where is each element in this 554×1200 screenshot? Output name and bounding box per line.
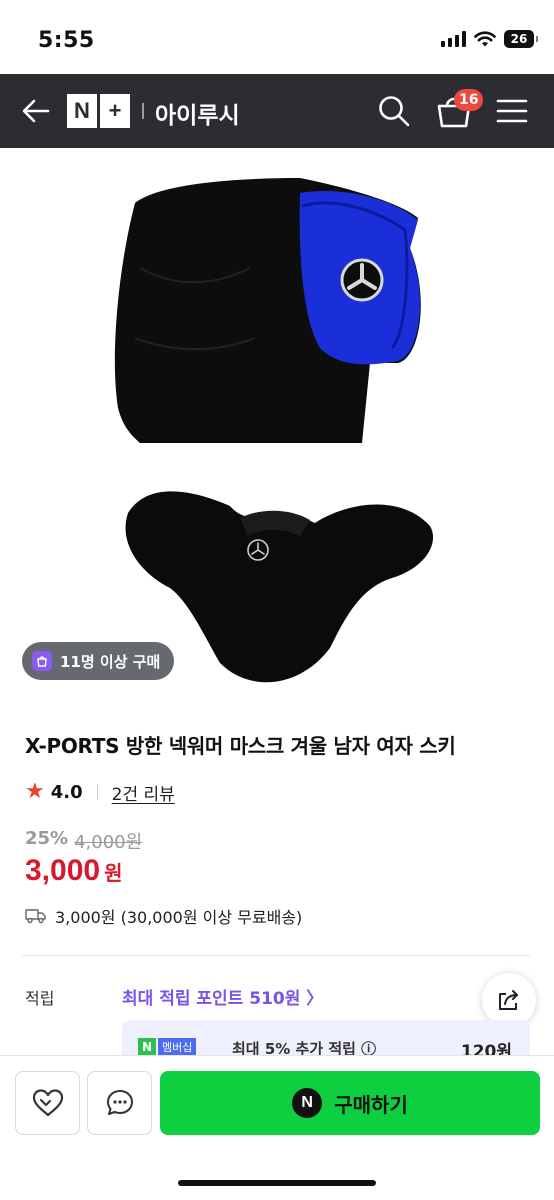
logo-n: N xyxy=(67,94,97,128)
rating-row: ★ 4.0 2건 리뷰 xyxy=(25,779,175,805)
rating-divider xyxy=(96,784,98,800)
naver-plus-logo[interactable]: N + xyxy=(67,94,131,128)
bag-icon xyxy=(32,651,52,671)
sale-price: 3,000 xyxy=(25,854,101,887)
share-button[interactable] xyxy=(482,973,536,1027)
shipping-text: 3,000원 (30,000원 이상 무료배송) xyxy=(55,908,303,927)
product-image[interactable] xyxy=(0,148,554,704)
naver-pay-icon: N xyxy=(292,1088,323,1118)
chat-button[interactable] xyxy=(87,1071,152,1135)
shipping-row: 3,000원 (30,000원 이상 무료배송) xyxy=(25,904,302,928)
header-divider xyxy=(142,103,144,119)
chat-bubble-icon xyxy=(106,1090,133,1115)
share-icon xyxy=(499,990,518,1010)
home-indicator[interactable] xyxy=(178,1180,376,1186)
wifi-icon xyxy=(474,30,496,46)
buy-button[interactable]: N 구매하기 xyxy=(160,1071,540,1135)
section-divider xyxy=(22,955,530,956)
logo-plus: + xyxy=(100,94,130,128)
buyer-count-text: 11명 이상 구매 xyxy=(60,652,161,671)
status-time: 5:55 xyxy=(38,28,95,53)
signal-icon xyxy=(441,31,466,47)
status-bar: 5:55 26 xyxy=(0,0,554,74)
bottom-action-bar: N 구매하기 xyxy=(0,1055,554,1200)
discount-row: 25% 4,000원 xyxy=(25,828,142,854)
cart-count-badge: 16 xyxy=(454,89,484,111)
battery-icon: 26 xyxy=(504,30,538,48)
search-icon[interactable] xyxy=(377,94,411,128)
review-count-link[interactable]: 2건 리뷰 xyxy=(112,780,175,805)
sale-price-unit: 원 xyxy=(104,861,123,885)
buyer-count-badge: 11명 이상 구매 xyxy=(22,642,175,680)
membership-chip-text: 멤버십 xyxy=(158,1038,197,1056)
membership-chip-n: N xyxy=(138,1038,156,1056)
wishlist-button[interactable] xyxy=(15,1071,80,1135)
delivery-truck-icon xyxy=(25,909,46,924)
app-header: N + 아이루시 16 xyxy=(0,74,554,148)
product-title: X-PORTS 방한 넥워머 마스크 겨울 남자 여자 스키 xyxy=(25,734,456,758)
neck-warmer-mask-image xyxy=(114,178,434,683)
heart-icon xyxy=(32,1089,63,1117)
hamburger-menu-icon[interactable] xyxy=(496,98,528,124)
membership-chip: N 멤버십 xyxy=(138,1038,197,1056)
store-name[interactable]: 아이루시 xyxy=(155,96,240,130)
original-price: 4,000원 xyxy=(74,832,143,853)
buy-button-label: 구매하기 xyxy=(334,1092,408,1117)
rating-value: 4.0 xyxy=(50,781,83,803)
max-points-link[interactable]: 최대 적립 포인트 510원 〉 xyxy=(122,984,323,1009)
points-label: 적립 xyxy=(25,989,55,1008)
sale-price-row: 3,000 원 xyxy=(25,854,122,888)
discount-rate: 25% xyxy=(25,828,69,849)
star-icon: ★ xyxy=(25,779,45,804)
status-icons: 26 xyxy=(441,30,538,48)
back-arrow-icon[interactable] xyxy=(18,94,54,128)
